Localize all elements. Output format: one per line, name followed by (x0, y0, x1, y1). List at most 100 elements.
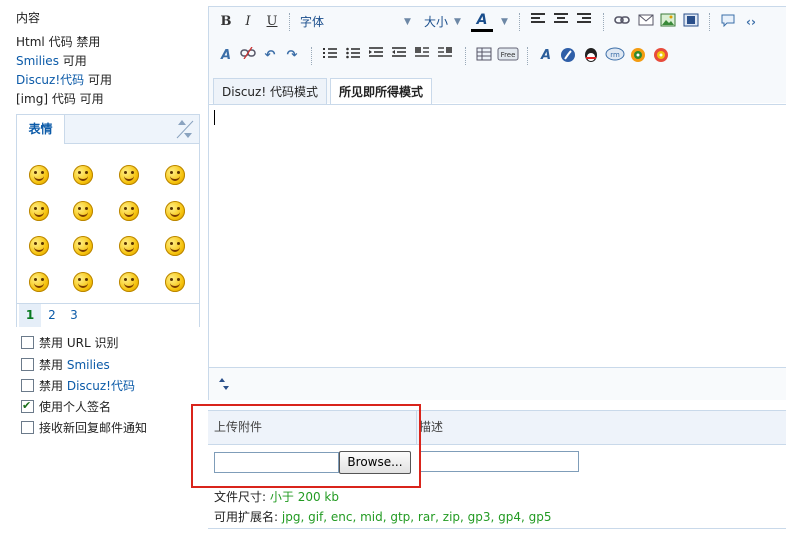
checkbox-use-signature[interactable] (21, 398, 34, 414)
html-code-value: 禁用 (76, 35, 101, 49)
form-bottom-border (208, 528, 786, 529)
email-icon[interactable] (637, 13, 655, 31)
html-code-label: Html 代码 (16, 35, 73, 49)
description-input[interactable] (420, 451, 579, 472)
option-discuz-link[interactable]: Discuz!代码 (67, 379, 135, 393)
smilies-panel: 表情 1 2 3 (16, 114, 200, 327)
option-prefix: 禁用 (39, 336, 67, 350)
smiley-icon[interactable] (29, 236, 49, 256)
option-smilies-link[interactable]: Smilies (67, 358, 110, 372)
smilies-page-1[interactable]: 1 (19, 304, 41, 327)
code-icon[interactable]: ‹› (742, 13, 760, 31)
unlink-icon[interactable] (239, 46, 257, 65)
flash-icon[interactable] (559, 47, 577, 65)
audio-icon[interactable] (652, 47, 670, 65)
smilies-value: 可用 (62, 54, 87, 68)
toolbar-separator (527, 47, 529, 65)
smiley-icon[interactable] (29, 272, 49, 292)
editor-resize-bar (209, 367, 786, 400)
extensions-label: 可用扩展名: (214, 510, 279, 524)
smiley-icon[interactable] (165, 165, 185, 185)
smiley-icon[interactable] (29, 165, 49, 185)
smiley-icon[interactable] (73, 236, 93, 256)
link-icon[interactable] (613, 13, 631, 31)
toolbar-separator (519, 13, 521, 31)
smiley-icon[interactable] (165, 201, 185, 221)
ordered-list-icon[interactable] (321, 47, 339, 65)
toolbar-separator (709, 13, 711, 31)
html-code-status: Html 代码 禁用 (16, 35, 100, 49)
file-size-value: 小于 200 kb (269, 490, 339, 504)
resize-editor-icon[interactable] (217, 376, 231, 392)
align-right-icon[interactable] (575, 13, 593, 31)
smiley-icon[interactable] (119, 201, 139, 221)
media-icon[interactable] (682, 13, 700, 31)
smiley-icon[interactable] (165, 272, 185, 292)
text-caret (214, 110, 215, 125)
discuz-code-link[interactable]: Discuz!代码 (16, 73, 84, 87)
smilies-status: Smilies 可用 (16, 54, 87, 68)
editor-content-area[interactable] (209, 104, 786, 367)
image-icon[interactable] (659, 13, 677, 31)
font-size-dropdown[interactable]: 大小 ▼ (424, 13, 464, 31)
smilies-pager: 1 2 3 (17, 303, 199, 327)
table-icon[interactable] (475, 47, 493, 65)
align-center-icon[interactable] (552, 13, 570, 31)
font-family-dropdown[interactable]: 字体 ▼ (300, 13, 412, 31)
unordered-list-icon[interactable] (344, 47, 362, 65)
option-text: 接收新回复邮件通知 (39, 421, 148, 435)
wmv-icon[interactable] (629, 47, 647, 65)
font-color-icon: A (476, 12, 488, 28)
smiley-icon[interactable] (165, 236, 185, 256)
font-style-icon[interactable]: A (537, 47, 555, 65)
qq-icon[interactable] (582, 47, 600, 65)
smiley-icon[interactable] (119, 165, 139, 185)
float-right-icon[interactable] (436, 47, 454, 65)
editor-toolbar: B I U 字体 ▼ 大小 ▼ A ▼ ‹› A ↶ ↷ Free A rm D… (209, 7, 786, 106)
checkbox-disable-discuz-code[interactable] (21, 379, 34, 392)
toolbar-separator (465, 47, 467, 65)
chevron-down-icon: ▼ (454, 17, 461, 27)
bold-button[interactable]: B (217, 13, 235, 31)
option-text: 使用个人签名 (39, 400, 112, 414)
smilies-page-2[interactable]: 2 (41, 304, 63, 327)
font-color-dropdown[interactable]: A ▼ (471, 11, 513, 32)
file-size-info: 文件尺寸: 小于 200 kb (214, 488, 339, 505)
smilies-tab[interactable]: 表情 (17, 115, 65, 144)
smilies-link[interactable]: Smilies (16, 54, 59, 68)
smiley-icon[interactable] (73, 165, 93, 185)
option-text: URL 识别 (66, 336, 119, 350)
checkbox-email-notify[interactable] (21, 421, 34, 434)
undo-icon[interactable]: ↶ (261, 47, 279, 65)
rm-icon[interactable]: rm (605, 47, 625, 65)
extensions-value: jpg, gif, enc, mid, gtp, rar, zip, gp3, … (281, 510, 552, 524)
file-size-label: 文件尺寸: (214, 490, 267, 504)
description-label: 描述 (419, 420, 444, 434)
indent-icon[interactable] (390, 47, 408, 65)
expand-smilies-icon[interactable] (175, 118, 195, 140)
checkbox-disable-url[interactable] (21, 336, 34, 349)
redo-icon[interactable]: ↷ (283, 47, 301, 65)
tab-wysiwyg-mode[interactable]: 所见即所得模式 (330, 78, 433, 106)
float-left-icon[interactable] (413, 47, 431, 65)
outdent-icon[interactable] (367, 47, 385, 65)
img-code-status: [img] 代码 可用 (16, 92, 104, 106)
free-icon[interactable]: Free (497, 47, 519, 65)
quote-icon[interactable] (719, 13, 737, 31)
align-left-icon[interactable] (529, 13, 547, 31)
smiley-icon[interactable] (119, 272, 139, 292)
tab-discuz-code-mode[interactable]: Discuz! 代码模式 (213, 78, 327, 105)
smilies-page-3[interactable]: 3 (63, 304, 85, 327)
discuz-code-status: Discuz!代码 可用 (16, 73, 112, 87)
smiley-icon[interactable] (73, 272, 93, 292)
italic-button[interactable]: I (239, 13, 257, 31)
toolbar-separator (603, 13, 605, 31)
remove-format-icon[interactable]: A (217, 47, 235, 65)
option-prefix: 禁用 (39, 379, 67, 393)
smiley-icon[interactable] (119, 236, 139, 256)
checkbox-disable-smilies[interactable] (21, 358, 34, 371)
font-size-label: 大小 (424, 15, 449, 29)
smiley-icon[interactable] (73, 201, 93, 221)
smiley-icon[interactable] (29, 201, 49, 221)
underline-button[interactable]: U (263, 13, 281, 31)
